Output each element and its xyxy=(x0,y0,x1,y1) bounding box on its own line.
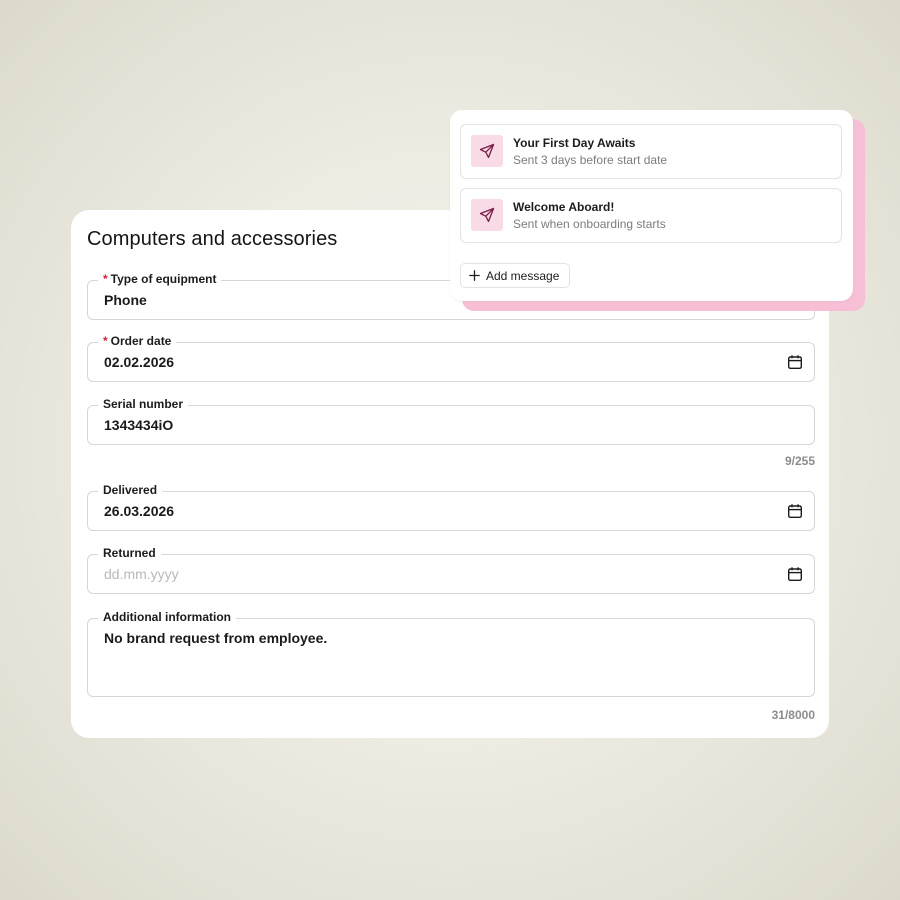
returned-field[interactable]: Returned dd.mm.yyyy xyxy=(87,546,815,594)
message-icon-box xyxy=(471,199,503,231)
add-message-button[interactable]: Add message xyxy=(460,263,571,288)
required-mark: * xyxy=(103,334,108,348)
message-title: Your First Day Awaits xyxy=(513,136,636,150)
serial-number-counter: 9/255 xyxy=(784,454,815,468)
order-date-value: 02.02.2026 xyxy=(104,354,175,370)
type-of-equipment-label: * Type of equipment xyxy=(98,272,222,287)
additional-information-field[interactable]: Additional information No brand request … xyxy=(87,610,815,697)
message-item[interactable]: Your First Day Awaits Sent 3 days before… xyxy=(460,124,842,179)
paper-plane-icon xyxy=(479,207,495,223)
message-item[interactable]: Welcome Aboard! Sent when onboarding sta… xyxy=(460,188,842,243)
messages-card: Your First Day Awaits Sent 3 days before… xyxy=(450,110,853,301)
delivered-value: 26.03.2026 xyxy=(104,503,175,519)
calendar-icon[interactable] xyxy=(787,566,803,582)
returned-label: Returned xyxy=(98,546,161,561)
serial-number-field[interactable]: Serial number 1343434iO xyxy=(87,397,815,445)
type-of-equipment-value: Phone xyxy=(104,292,147,308)
serial-number-value: 1343434iO xyxy=(104,417,174,433)
paper-plane-icon xyxy=(479,143,495,159)
form-title: Computers and accessories xyxy=(87,228,338,250)
message-subtitle: Sent 3 days before start date xyxy=(513,153,668,167)
delivered-field[interactable]: Delivered 26.03.2026 xyxy=(87,483,815,531)
add-message-label: Add message xyxy=(486,268,560,283)
required-mark: * xyxy=(103,272,108,286)
additional-information-value: No brand request from employee. xyxy=(104,630,328,646)
message-title: Welcome Aboard! xyxy=(513,200,615,214)
order-date-field[interactable]: * Order date 02.02.2026 xyxy=(87,334,815,382)
calendar-icon[interactable] xyxy=(787,503,803,519)
delivered-label: Delivered xyxy=(98,483,163,498)
plus-icon xyxy=(469,270,480,281)
returned-placeholder: dd.mm.yyyy xyxy=(104,566,179,582)
order-date-label: * Order date xyxy=(98,334,177,349)
message-subtitle: Sent when onboarding starts xyxy=(513,217,666,231)
serial-number-label: Serial number xyxy=(98,397,189,412)
additional-information-counter: 31/8000 xyxy=(771,708,815,722)
message-icon-box xyxy=(471,135,503,167)
calendar-icon[interactable] xyxy=(787,354,803,370)
additional-information-label: Additional information xyxy=(98,610,236,625)
